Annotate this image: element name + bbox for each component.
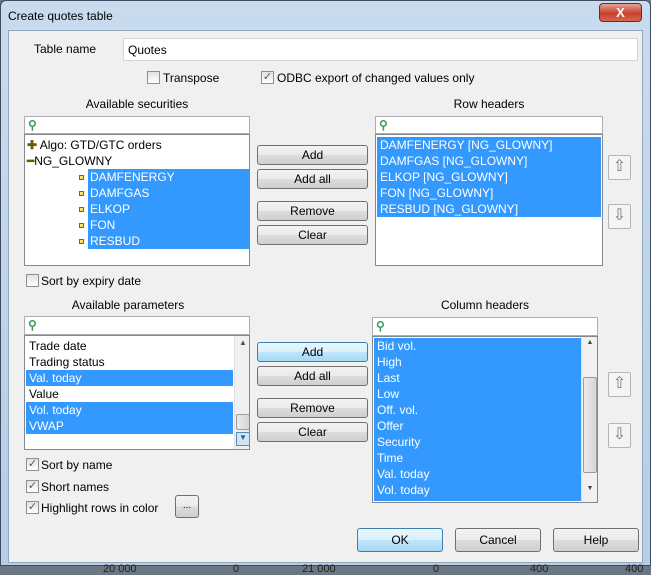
list-item[interactable]: VWAP [26,418,233,434]
row-headers-title: Row headers [453,97,525,111]
background-cell: 400 [530,563,549,575]
tree-leaf[interactable]: RESBUD [88,233,249,249]
leaf-icon [79,191,84,196]
parameters-search-input[interactable]: ⚲ [24,316,250,335]
sort-by-expiry-checkbox[interactable] [26,274,39,287]
list-item[interactable]: ELKOP [NG_GLOWNY] [377,169,601,185]
table-name-input[interactable]: Quotes [123,38,638,61]
clear-securities-button[interactable]: Clear [257,225,368,245]
list-item[interactable]: Low [374,386,400,402]
list-item[interactable]: DAMFENERGY [NG_GLOWNY] [377,137,601,153]
scroll-thumb[interactable] [236,414,249,430]
ok-button[interactable]: OK [357,528,443,552]
list-item[interactable]: Val. today [374,466,430,482]
add-all-parameters-button[interactable]: Add all [257,366,368,386]
parameters-list[interactable]: Trade date Trading status Val. today Val… [24,335,250,450]
row-headers-search-input[interactable]: ⚲ [375,116,603,134]
leaf-icon [79,239,84,244]
list-item[interactable]: FON [NG_GLOWNY] [377,185,601,201]
scrollbar[interactable]: ▲ ▼ [234,336,249,449]
list-item[interactable]: Trade date [26,338,233,354]
list-item[interactable]: Time [374,450,404,466]
list-item[interactable]: Offer [374,418,404,434]
tree-node-ng-glowny[interactable]: ━NG_GLOWNY [27,153,112,169]
background-cell: 21 000 [302,563,336,575]
close-button[interactable]: X [599,3,642,22]
move-up-arrow-icon[interactable]: ⇧ [608,155,631,180]
move-down-arrow-icon[interactable]: ⇩ [608,204,631,229]
list-item[interactable]: Last [374,370,400,386]
move-down-arrow-icon[interactable]: ⇩ [608,423,631,448]
leaf-icon [79,207,84,212]
list-item[interactable]: Security [374,434,421,450]
add-all-securities-button[interactable]: Add all [257,169,368,189]
odbc-label: ODBC export of changed values only [277,71,475,85]
list-item[interactable]: Value [26,386,233,402]
remove-parameter-button[interactable]: Remove [257,398,368,418]
tree-leaf[interactable]: FON [88,217,249,233]
add-parameter-button[interactable]: Add [257,342,368,362]
highlight-rows-checkbox[interactable]: ✓ [26,501,39,514]
table-name-label: Table name [34,42,97,56]
move-up-arrow-icon[interactable]: ⇧ [608,372,631,397]
short-names-label: Short names [41,480,110,494]
transpose-checkbox[interactable] [147,71,160,84]
securities-search-input[interactable]: ⚲ [24,116,250,134]
column-headers-search-input[interactable]: ⚲ [372,317,598,336]
window-title: Create quotes table [8,9,113,23]
sort-by-name-label: Sort by name [41,458,113,472]
list-item[interactable]: Off. vol. [374,402,419,418]
odbc-checkbox[interactable]: ✓ [261,71,274,84]
short-names-checkbox[interactable]: ✓ [26,480,39,493]
list-item[interactable]: High [374,354,402,370]
transpose-label: Transpose [163,71,220,85]
scroll-up-icon[interactable]: ▲ [583,339,597,353]
securities-tree[interactable]: ✚ Algo: GTD/GTC orders ━NG_GLOWNY DAMFEN… [24,134,250,266]
search-icon: ⚲ [376,319,385,333]
list-item[interactable]: DAMFGAS [NG_GLOWNY] [377,153,601,169]
tree-leaf[interactable]: ELKOP [88,201,249,217]
column-headers-list[interactable]: Bid vol. High Last Low Off. vol. Offer S… [372,336,598,503]
remove-security-button[interactable]: Remove [257,201,368,221]
list-item[interactable]: Val. today [26,370,233,386]
highlight-color-button[interactable]: ... [175,495,199,518]
leaf-icon [79,175,84,180]
column-headers-title: Column headers [440,298,530,312]
highlight-rows-label: Highlight rows in color [41,501,159,515]
expand-plus-icon[interactable]: ✚ [27,138,37,152]
background-cell: 20 000 [103,563,137,575]
background-cell: 0 [233,563,240,575]
scroll-down-icon[interactable]: ▼ [583,485,597,499]
available-securities-title: Available securities [85,97,189,111]
search-icon: ⚲ [28,318,37,332]
tree-leaf[interactable]: DAMFENERGY [88,169,249,185]
available-parameters-title: Available parameters [71,298,185,312]
search-icon: ⚲ [28,118,37,132]
scroll-up-icon[interactable]: ▲ [236,338,249,352]
sort-by-expiry-label: Sort by expiry date [41,274,142,288]
background-cell: 0 [433,563,440,575]
clear-parameters-button[interactable]: Clear [257,422,368,442]
tree-node-algo[interactable]: ✚ Algo: GTD/GTC orders [27,137,162,153]
background-cell: 400 [625,563,644,575]
scrollbar[interactable]: ▲ ▼ [581,337,597,502]
add-security-button[interactable]: Add [257,145,368,165]
sort-by-name-checkbox[interactable]: ✓ [26,458,39,471]
scroll-thumb[interactable] [583,377,597,473]
search-icon: ⚲ [379,118,388,132]
row-headers-list[interactable]: DAMFENERGY [NG_GLOWNY] DAMFGAS [NG_GLOWN… [375,134,603,266]
tree-leaf[interactable]: DAMFGAS [88,185,249,201]
list-item[interactable]: Trading status [26,354,233,370]
list-item[interactable]: RESBUD [NG_GLOWNY] [377,201,601,217]
help-button[interactable]: Help [553,528,639,552]
list-item[interactable]: Vol. today [374,482,430,498]
list-item[interactable]: Vol. today [26,402,233,418]
scroll-down-icon[interactable]: ▼ [236,432,249,446]
list-item[interactable]: Bid vol. [374,338,417,354]
leaf-icon [79,223,84,228]
cancel-button[interactable]: Cancel [455,528,541,552]
